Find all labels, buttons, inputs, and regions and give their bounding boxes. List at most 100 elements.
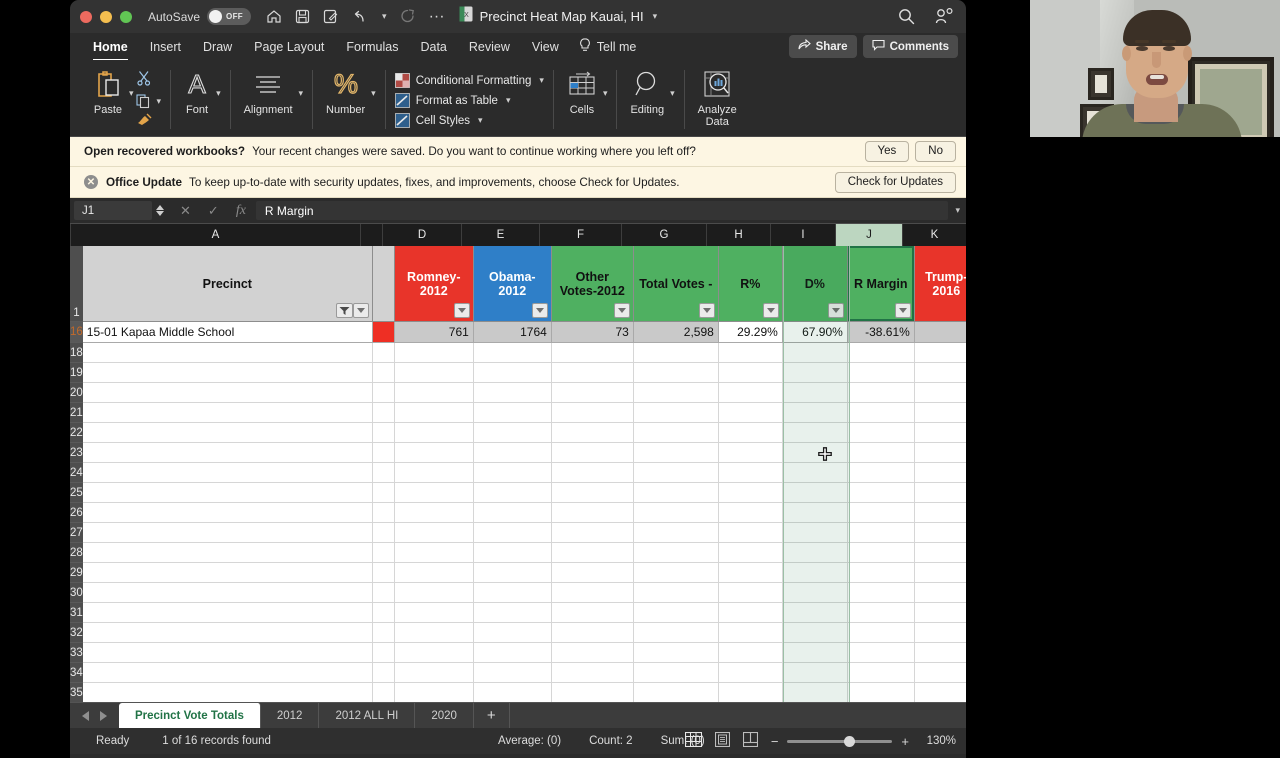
cell-marker[interactable] [372, 322, 395, 343]
empty-cell[interactable] [718, 583, 783, 603]
alignment-button[interactable]: Alignment [240, 64, 297, 137]
empty-cell[interactable] [633, 643, 719, 663]
row-header-30[interactable]: 30 [70, 583, 83, 603]
editing-dropdown-icon[interactable]: ▾ [670, 88, 675, 99]
tab-view[interactable]: View [521, 37, 570, 57]
filter-dropdown-d-pct[interactable] [827, 303, 844, 318]
cell-r-pct[interactable]: 29.29% [718, 322, 783, 343]
row-header-27[interactable]: 27 [70, 523, 83, 543]
row-header-1[interactable]: 1 [70, 246, 83, 322]
empty-cell[interactable] [394, 443, 474, 463]
empty-cell[interactable] [633, 523, 719, 543]
empty-row[interactable] [82, 623, 966, 643]
empty-cell[interactable] [372, 403, 395, 423]
empty-cell[interactable] [394, 523, 474, 543]
empty-cell[interactable] [633, 503, 719, 523]
paste-button[interactable]: Paste [89, 64, 127, 137]
empty-cell[interactable] [473, 603, 552, 623]
tab-formulas[interactable]: Formulas [335, 37, 409, 57]
header-cell-r-pct[interactable]: R% [718, 246, 783, 322]
empty-cell[interactable] [372, 503, 395, 523]
yes-button[interactable]: Yes [864, 141, 910, 162]
empty-cell[interactable] [372, 363, 395, 383]
empty-cell[interactable] [633, 583, 719, 603]
empty-cell[interactable] [633, 383, 719, 403]
empty-cell[interactable] [372, 603, 395, 623]
empty-cell[interactable] [551, 643, 634, 663]
header-cell-trump-2016[interactable]: Trump-2016 [914, 246, 966, 322]
empty-row[interactable] [82, 483, 966, 503]
row-header-31[interactable]: 31 [70, 603, 83, 623]
empty-cell[interactable] [718, 503, 783, 523]
empty-cell[interactable] [82, 403, 373, 423]
sheet-nav-arrows[interactable] [70, 703, 119, 728]
normal-view-icon[interactable] [684, 731, 702, 750]
empty-cell[interactable] [633, 443, 719, 463]
empty-cell[interactable] [82, 363, 373, 383]
tab-home[interactable]: Home [82, 37, 139, 61]
zoom-out-button[interactable]: − [771, 734, 779, 749]
empty-cell[interactable] [82, 423, 373, 443]
copy-group[interactable]: ▾ [135, 94, 161, 109]
minimize-window-icon[interactable] [100, 10, 112, 23]
header-cell-romney-2012[interactable]: Romney-2012 [394, 246, 474, 322]
column-header-e[interactable]: E [462, 224, 540, 246]
empty-cell[interactable] [914, 383, 966, 403]
empty-cell[interactable] [847, 623, 915, 643]
empty-cell[interactable] [473, 483, 552, 503]
empty-cell[interactable] [847, 443, 915, 463]
empty-cell[interactable] [82, 343, 373, 363]
empty-cell[interactable] [718, 483, 783, 503]
empty-cell[interactable] [473, 523, 552, 543]
empty-cell[interactable] [394, 583, 474, 603]
autosave-toggle-group[interactable]: AutoSave OFF [148, 8, 252, 25]
empty-cell[interactable] [551, 523, 634, 543]
empty-cell[interactable] [551, 563, 634, 583]
empty-cell[interactable] [633, 663, 719, 683]
empty-cell[interactable] [473, 563, 552, 583]
empty-cell[interactable] [394, 383, 474, 403]
empty-cell[interactable] [914, 563, 966, 583]
filter-dropdown-precinct[interactable] [352, 303, 369, 318]
empty-cell[interactable] [394, 623, 474, 643]
ribbon-group-alignment[interactable]: Alignment ▾ [231, 64, 312, 137]
save-as-icon[interactable] [323, 9, 338, 24]
empty-cell[interactable] [782, 543, 848, 563]
empty-row[interactable] [82, 563, 966, 583]
row-header-18[interactable]: 18 [70, 343, 83, 363]
select-all-corner[interactable] [70, 224, 71, 246]
empty-cell[interactable] [372, 663, 395, 683]
empty-cell[interactable] [82, 383, 373, 403]
empty-cell[interactable] [551, 483, 634, 503]
empty-cell[interactable] [394, 543, 474, 563]
empty-cell[interactable] [551, 543, 634, 563]
filter-dropdown-obama-2012[interactable] [531, 303, 548, 318]
empty-cell[interactable] [847, 363, 915, 383]
empty-cell[interactable] [473, 463, 552, 483]
column-header-f[interactable]: F [540, 224, 622, 246]
more-options-icon[interactable]: ··· [429, 8, 445, 26]
ribbon-group-editing[interactable]: Editing ▾ [617, 64, 683, 137]
empty-cell[interactable] [914, 663, 966, 683]
undo-dropdown-icon[interactable]: ▾ [382, 11, 387, 22]
empty-cell[interactable] [82, 623, 373, 643]
column-header-k[interactable]: K [903, 224, 966, 246]
ribbon-group-analyze[interactable]: Analyze Data [685, 64, 750, 137]
empty-cell[interactable] [847, 423, 915, 443]
empty-cell[interactable] [372, 543, 395, 563]
empty-cell[interactable] [633, 363, 719, 383]
home-icon[interactable] [266, 9, 282, 24]
empty-cell[interactable] [551, 503, 634, 523]
filter-dropdown-other-votes-2012[interactable] [613, 303, 630, 318]
row-header-21[interactable]: 21 [70, 403, 83, 423]
zoom-control[interactable]: − + 130% [771, 734, 956, 749]
empty-cell[interactable] [372, 563, 395, 583]
tab-draw[interactable]: Draw [192, 37, 243, 57]
cell-total-votes[interactable]: 2,598 [633, 322, 719, 343]
cell-trump-2016[interactable] [914, 322, 966, 343]
header-cell-marker[interactable] [372, 246, 395, 322]
empty-cell[interactable] [372, 523, 395, 543]
empty-cell[interactable] [782, 423, 848, 443]
empty-cell[interactable] [372, 423, 395, 443]
empty-cell[interactable] [847, 343, 915, 363]
